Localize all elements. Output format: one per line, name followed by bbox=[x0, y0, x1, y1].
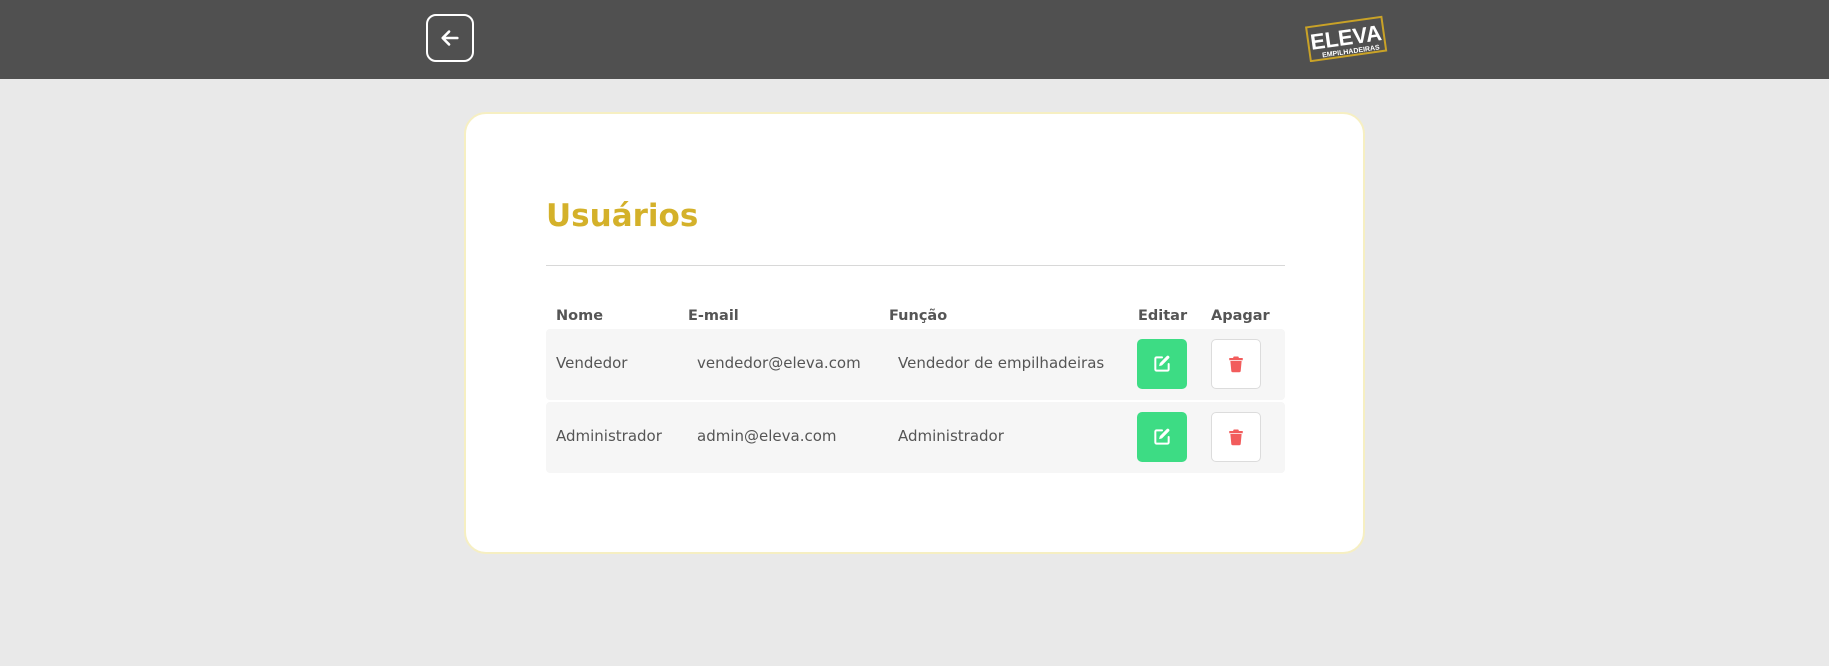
edit-icon bbox=[1154, 428, 1170, 445]
edit-icon bbox=[1154, 355, 1170, 372]
edit-button[interactable] bbox=[1137, 339, 1187, 389]
column-header-edit: Editar bbox=[1138, 308, 1188, 324]
user-role: Vendedor de empilhadeiras bbox=[898, 354, 1105, 372]
back-button[interactable] bbox=[426, 14, 474, 62]
column-header-name: Nome bbox=[556, 308, 604, 324]
page-title: Usuários bbox=[546, 198, 699, 234]
table-row: Vendedor vendedor@eleva.com Vendedor de … bbox=[546, 329, 1285, 400]
user-role: Administrador bbox=[898, 427, 1004, 445]
user-email: vendedor@eleva.com bbox=[697, 354, 861, 372]
table-row: Administrador admin@eleva.com Administra… bbox=[546, 402, 1285, 473]
eleva-logo: ELEVA EMPILHADEIRAS bbox=[1303, 14, 1389, 63]
edit-button[interactable] bbox=[1137, 412, 1187, 462]
top-bar: ELEVA EMPILHADEIRAS bbox=[0, 0, 1829, 79]
users-card: Usuários Nome E-mail Função Editar Apaga… bbox=[464, 112, 1365, 554]
trash-icon bbox=[1229, 356, 1243, 373]
user-email: admin@eleva.com bbox=[697, 427, 837, 445]
divider bbox=[546, 265, 1285, 266]
arrow-left-icon bbox=[441, 30, 459, 46]
column-header-role: Função bbox=[889, 308, 948, 324]
column-header-email: E-mail bbox=[688, 308, 739, 324]
trash-icon bbox=[1229, 429, 1243, 446]
delete-button[interactable] bbox=[1211, 339, 1261, 389]
column-header-delete: Apagar bbox=[1211, 308, 1270, 324]
user-name: Vendedor bbox=[556, 354, 628, 372]
delete-button[interactable] bbox=[1211, 412, 1261, 462]
user-name: Administrador bbox=[556, 427, 662, 445]
